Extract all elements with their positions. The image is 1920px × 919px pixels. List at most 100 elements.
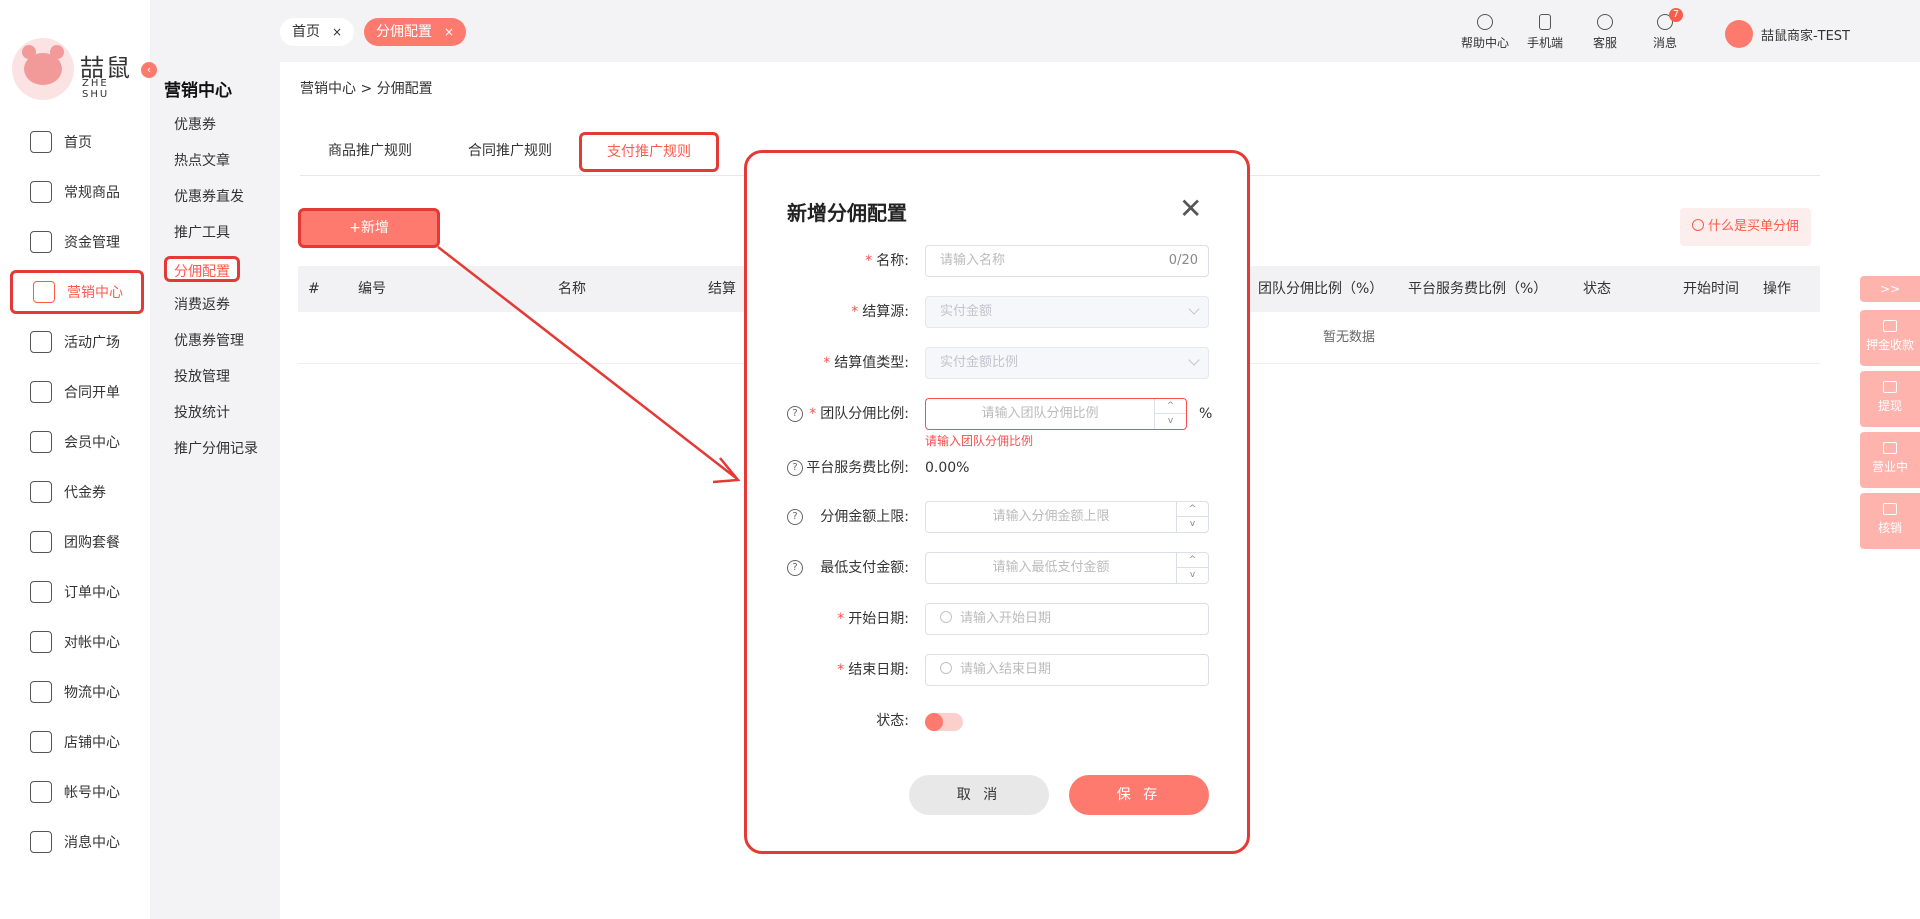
help-icon[interactable]: ? <box>787 560 803 576</box>
nav-item-account[interactable]: 帐号中心 <box>10 770 144 814</box>
close-icon[interactable]: ✕ <box>1179 195 1202 223</box>
help-link-label: 什么是买单分佣 <box>1708 219 1800 234</box>
add-button[interactable]: +新增 <box>298 208 440 248</box>
user-menu[interactable]: 喆鼠商家-TEST <box>1724 20 1850 48</box>
help-icon[interactable]: ? <box>787 406 803 422</box>
nav-item-group-buy[interactable]: 团购套餐 <box>10 520 144 564</box>
name-input[interactable]: 请输入名称 0/20 <box>925 245 1209 277</box>
box-icon <box>30 331 52 353</box>
team-ratio-input[interactable]: 请输入团队分佣比例 ^ v <box>925 398 1187 430</box>
subnav-title: 营销中心 <box>164 81 232 101</box>
nav-item-marketing[interactable]: 营销中心 <box>10 270 144 314</box>
start-date-input[interactable]: 请输入开始日期 <box>925 603 1209 635</box>
clock-icon <box>940 611 952 623</box>
subnav-item-coupon-manage[interactable]: 优惠券管理 <box>164 328 268 354</box>
close-icon[interactable]: × <box>332 25 342 39</box>
subnav-item-placement[interactable]: 投放管理 <box>164 364 268 390</box>
nav-item-store[interactable]: 店铺中心 <box>10 720 144 764</box>
tool-label: 手机端 <box>1526 36 1563 50</box>
nav-item-reconcile[interactable]: 对帐中心 <box>10 620 144 664</box>
clock-icon <box>940 662 952 674</box>
float-label: 提现 <box>1877 399 1902 413</box>
tab-product-rules[interactable]: 商品推广规则 <box>300 130 440 172</box>
breadcrumb: 营销中心 > 分佣配置 <box>300 81 433 97</box>
package-icon <box>30 681 52 703</box>
nav-item-logistics[interactable]: 物流中心 <box>10 670 144 714</box>
end-date-input[interactable]: 请输入结束日期 <box>925 654 1209 686</box>
settle-source-select[interactable]: 实付金额 <box>925 296 1209 328</box>
business-status-button[interactable]: 营业中 <box>1860 432 1920 488</box>
min-pay-input[interactable]: 请输入最低支付金额 ^ v <box>925 552 1209 584</box>
main-sidebar: 喆鼠 ZHE SHU 首页 常规商品 资金管理 营销中心 活动广场 合同开单 会… <box>0 0 150 919</box>
subnav-item-promo-tools[interactable]: 推广工具 <box>164 220 268 246</box>
end-date-row: * 结束日期: 请输入结束日期 <box>747 654 1247 686</box>
name-row: * 名称: 请输入名称 0/20 <box>747 245 1247 277</box>
marketing-subnav: 营销中心 优惠券 热点文章 优惠券直发 推广工具 分佣配置 消费返券 优惠券管理… <box>150 0 280 919</box>
close-icon[interactable]: × <box>444 25 454 39</box>
subnav-item-placement-stats[interactable]: 投放统计 <box>164 400 268 426</box>
float-panel-toggle[interactable]: >> <box>1860 276 1920 302</box>
help-icon[interactable]: ? <box>787 509 803 525</box>
chevron-down-icon <box>1188 354 1200 366</box>
float-label: 核销 <box>1877 521 1902 535</box>
number-stepper[interactable]: ^ v <box>1176 553 1208 583</box>
settle-type-select[interactable]: 实付金额比例 <box>925 347 1209 379</box>
help-icon[interactable]: ? <box>787 460 803 476</box>
support-button[interactable]: 客服 <box>1575 12 1635 51</box>
help-center-button[interactable]: 帮助中心 <box>1455 12 1515 51</box>
verify-button[interactable]: 核销 <box>1860 493 1920 549</box>
nav-label: 团购套餐 <box>64 535 120 551</box>
subnav-item-cashback[interactable]: 消费返券 <box>164 292 268 318</box>
number-stepper[interactable]: ^ v <box>1154 399 1186 429</box>
main-nav: 首页 常规商品 资金管理 营销中心 活动广场 合同开单 会员中心 代金券 团购套… <box>10 120 144 870</box>
what-is-commission-link[interactable]: 什么是买单分佣 <box>1680 208 1812 246</box>
user-icon <box>30 781 52 803</box>
nav-item-vouchers[interactable]: 代金券 <box>10 470 144 514</box>
nav-item-products[interactable]: 常规商品 <box>10 170 144 214</box>
settle-type-row: * 结算值类型: 实付金额比例 <box>747 347 1247 379</box>
field-label: * 团队分佣比例: <box>809 406 909 422</box>
yen-icon <box>30 631 52 653</box>
save-button[interactable]: 保 存 <box>1069 775 1209 815</box>
nav-label: 订单中心 <box>64 585 120 601</box>
number-stepper[interactable]: ^ v <box>1176 502 1208 532</box>
tab-payment-rules[interactable]: 支付推广规则 <box>579 132 719 172</box>
field-label: * 开始日期: <box>837 611 909 627</box>
tab-home[interactable]: 首页 × <box>280 18 355 46</box>
cancel-button[interactable]: 取 消 <box>909 775 1049 815</box>
subnav-item-coupon-direct[interactable]: 优惠券直发 <box>164 184 268 210</box>
bookmark-icon <box>1883 381 1897 393</box>
tab-contract-rules[interactable]: 合同推广规则 <box>440 130 580 172</box>
subnav-item-commission-config[interactable]: 分佣配置 <box>164 256 240 282</box>
mobile-button[interactable]: 手机端 <box>1515 12 1575 51</box>
settle-source-row: * 结算源: 实付金额 <box>747 296 1247 328</box>
status-toggle[interactable] <box>925 713 963 731</box>
collapse-sidebar-button[interactable]: ‹ <box>141 62 157 78</box>
column-header: 平台服务费比例（%） <box>1408 281 1548 297</box>
nav-item-funds[interactable]: 资金管理 <box>10 220 144 264</box>
column-header: 团队分佣比例（%） <box>1258 281 1384 297</box>
tab-commission-config[interactable]: 分佣配置 × <box>364 18 467 46</box>
subnav-item-commission-records[interactable]: 推广分佣记录 <box>164 436 268 462</box>
withdraw-button[interactable]: 提现 <box>1860 371 1920 427</box>
column-header: 状态 <box>1583 281 1611 297</box>
nav-item-orders[interactable]: 订单中心 <box>10 570 144 614</box>
column-header: 操作 <box>1763 281 1791 297</box>
max-amount-input[interactable]: 请输入分佣金额上限 ^ v <box>925 501 1209 533</box>
nav-item-messages[interactable]: 消息中心 <box>10 820 144 864</box>
modal-title: 新增分佣配置 <box>787 201 907 225</box>
nav-item-activity[interactable]: 活动广场 <box>10 320 144 364</box>
subnav-item-coupons[interactable]: 优惠券 <box>164 112 268 138</box>
field-label: 状态: <box>876 713 909 729</box>
user-name: 喆鼠商家-TEST <box>1760 28 1850 44</box>
nav-item-home[interactable]: 首页 <box>10 120 144 164</box>
subnav-item-articles[interactable]: 热点文章 <box>164 148 268 174</box>
column-header: 结算 <box>708 281 736 297</box>
nav-item-members[interactable]: 会员中心 <box>10 420 144 464</box>
messages-button[interactable]: 7 消息 <box>1635 8 1695 51</box>
nav-label: 会员中心 <box>64 435 120 451</box>
home-icon <box>30 131 52 153</box>
deposit-button[interactable]: 押金收款 <box>1860 310 1920 366</box>
nav-item-contract[interactable]: 合同开单 <box>10 370 144 414</box>
app-logo[interactable]: 喆鼠 ZHE SHU <box>12 38 132 108</box>
